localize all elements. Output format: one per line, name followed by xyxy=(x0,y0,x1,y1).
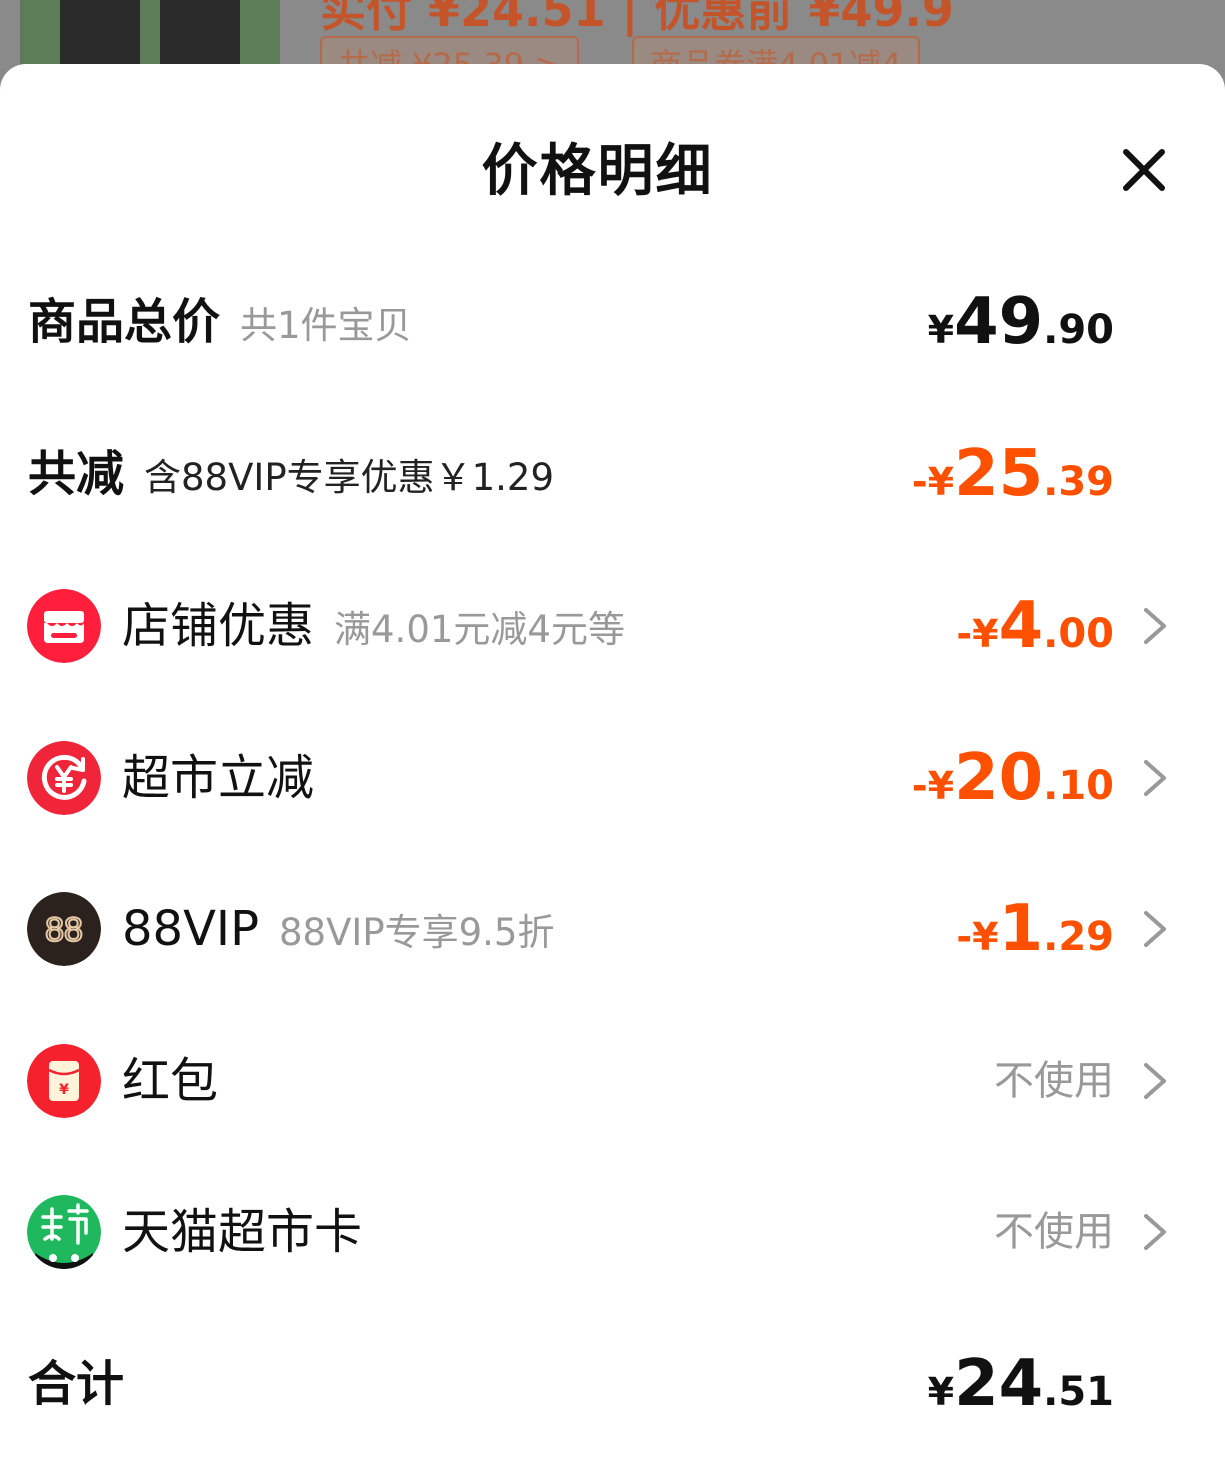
vip-discount-desc: 88VIP专享9.5折 xyxy=(279,911,555,954)
red-packet-value: 不使用 xyxy=(994,1058,1114,1104)
sheet-title: 价格明细 xyxy=(481,139,714,204)
yuan-instant-reduce-icon xyxy=(27,741,101,815)
chevron-right-icon xyxy=(1140,1061,1170,1101)
item-count: 共1件宝贝 xyxy=(240,304,412,347)
chevron-right-icon xyxy=(1140,909,1170,949)
close-button[interactable] xyxy=(1116,142,1172,198)
vip88-icon: 88 xyxy=(27,892,101,966)
row-total-discount: 共减 含88VIP专享优惠￥1.29 -¥25.39 xyxy=(0,414,1225,534)
row-total-price: 商品总价 共1件宝贝 ¥49.90 xyxy=(0,262,1225,382)
vip-discount-note: 含88VIP专享优惠￥1.29 xyxy=(144,456,555,499)
red-packet-icon: ¥ xyxy=(27,1044,101,1118)
svg-text:¥: ¥ xyxy=(59,1082,69,1098)
total-price-amount: ¥49.90 xyxy=(927,285,1114,359)
store-discount-label: 店铺优惠 xyxy=(122,598,315,654)
close-icon xyxy=(1123,149,1165,191)
row-store-discount[interactable]: 店铺优惠 满4.01元减4元等 -¥4.00 xyxy=(0,566,1225,686)
sum-label: 合计 xyxy=(28,1356,125,1412)
total-discount-amount: -¥25.39 xyxy=(911,437,1114,511)
total-price-label: 商品总价 xyxy=(28,294,221,350)
tmall-card-value: 不使用 xyxy=(994,1209,1114,1255)
supermarket-discount-amount: -¥20.10 xyxy=(911,741,1114,815)
row-tmall-supermarket-card[interactable]: 天猫超市卡 不使用 xyxy=(0,1172,1225,1292)
background-price-line: 实付 ¥24.51 | 优惠前 ¥49.9 xyxy=(320,0,954,37)
chevron-right-icon xyxy=(1140,606,1170,646)
sum-amount: ¥24.51 xyxy=(927,1347,1114,1421)
vip-discount-label: 88VIP xyxy=(122,901,260,957)
row-sum: 合计 ¥24.51 xyxy=(0,1324,1225,1444)
tmall-supermarket-card-icon xyxy=(27,1195,101,1269)
total-discount-label: 共减 xyxy=(28,446,125,502)
chevron-right-icon xyxy=(1140,1212,1170,1252)
chevron-right-icon xyxy=(1140,758,1170,798)
store-discount-desc: 满4.01元减4元等 xyxy=(334,608,625,651)
row-supermarket-discount[interactable]: 超市立减 -¥20.10 xyxy=(0,718,1225,838)
red-packet-label: 红包 xyxy=(122,1053,219,1109)
tmall-card-label: 天猫超市卡 xyxy=(122,1204,363,1260)
row-88vip-discount[interactable]: 88 88VIP 88VIP专享9.5折 -¥1.29 xyxy=(0,869,1225,989)
supermarket-discount-label: 超市立减 xyxy=(122,750,315,806)
price-detail-sheet: 价格明细 商品总价 共1件宝贝 ¥49.90 共减 含88VIP专享优惠￥1.29 … xyxy=(0,64,1225,1464)
store-icon xyxy=(27,589,101,663)
svg-text:88: 88 xyxy=(45,911,83,949)
vip-discount-amount: -¥1.29 xyxy=(956,892,1114,966)
store-discount-amount: -¥4.00 xyxy=(956,589,1114,663)
row-red-packet[interactable]: ¥ 红包 不使用 xyxy=(0,1021,1225,1141)
